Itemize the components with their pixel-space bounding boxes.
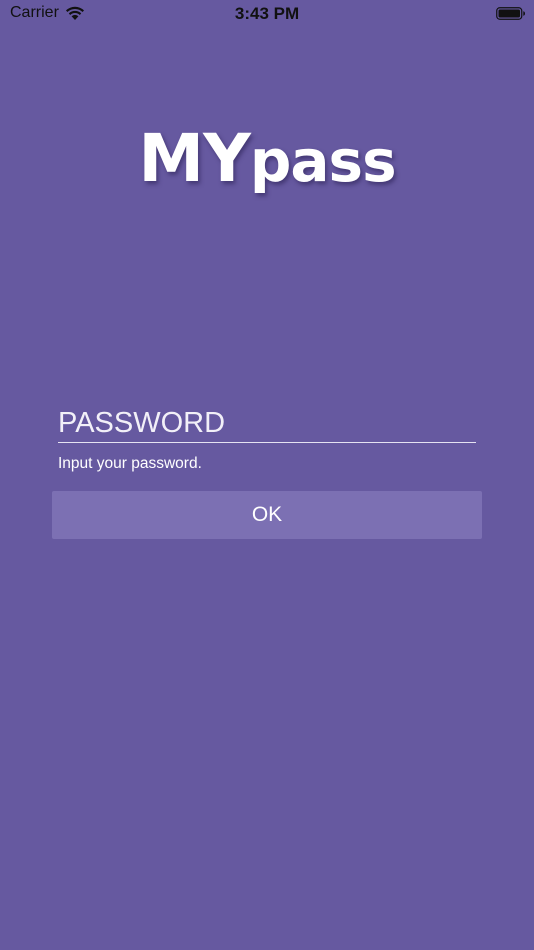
- mypass-logo: MYpass: [0, 126, 534, 192]
- password-hint: Input your password.: [58, 455, 202, 472]
- logo-my: MY: [138, 120, 250, 197]
- ok-button[interactable]: OK: [52, 491, 482, 539]
- battery-icon: [496, 7, 526, 20]
- status-time: 3:43 PM: [234, 4, 300, 23]
- status-bar: Carrier 3:43 PM: [0, 0, 534, 28]
- password-input[interactable]: [58, 404, 476, 443]
- logo-pass: pass: [249, 127, 397, 195]
